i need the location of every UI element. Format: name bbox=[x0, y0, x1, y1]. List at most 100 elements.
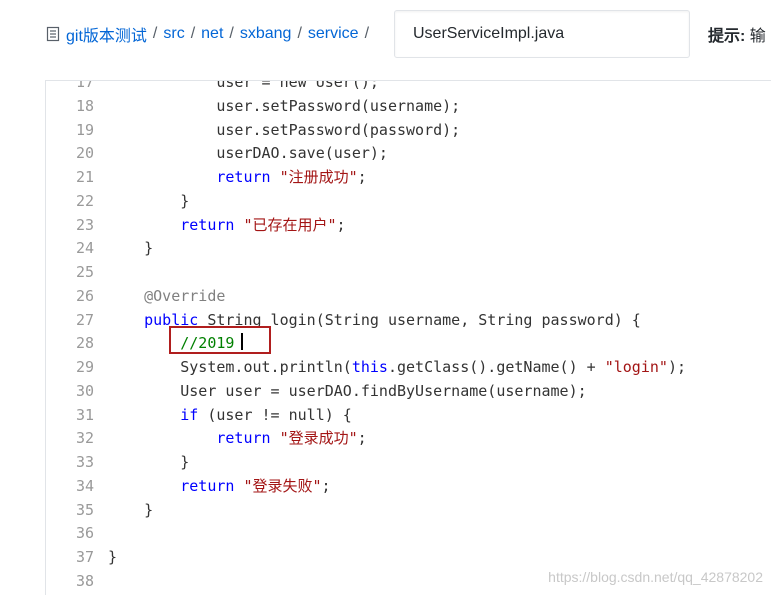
line-content: @Override bbox=[94, 285, 771, 309]
code-token: "已存在用户" bbox=[243, 215, 337, 234]
breadcrumb-separator: / bbox=[229, 25, 234, 42]
code-line[interactable]: 17 user = new User(); bbox=[46, 80, 771, 95]
watermark: https://blog.csdn.net/qq_42878202 bbox=[548, 569, 763, 585]
line-content: userDAO.save(user); bbox=[94, 142, 771, 166]
line-number: 31 bbox=[75, 405, 94, 424]
code-line[interactable]: 37} bbox=[46, 546, 771, 570]
code-token: } bbox=[108, 239, 154, 258]
line-content: User user = userDAO.findByUsername(usern… bbox=[94, 380, 771, 404]
hint-text: 提示: 输 bbox=[708, 22, 766, 46]
code-token: ; bbox=[357, 429, 367, 448]
line-content: user = new User(); bbox=[94, 81, 771, 95]
breadcrumb-separator: / bbox=[297, 25, 302, 42]
code-token: "登录失败" bbox=[243, 476, 322, 495]
line-content: user.setPassword(password); bbox=[94, 119, 771, 143]
line-number: 23 bbox=[75, 215, 94, 234]
line-content bbox=[94, 522, 771, 546]
code-line[interactable]: 23 return "已存在用户"; bbox=[46, 214, 771, 238]
code-token: public bbox=[144, 310, 199, 329]
line-content: } bbox=[94, 546, 771, 570]
code-line[interactable]: 31 if (user != null) { bbox=[46, 404, 771, 428]
code-line[interactable]: 20 userDAO.save(user); bbox=[46, 142, 771, 166]
code-token: (user != null) { bbox=[198, 405, 352, 424]
code-token: return bbox=[216, 429, 271, 448]
line-number: 22 bbox=[75, 191, 94, 210]
line-content: } bbox=[94, 190, 771, 214]
code-token: } bbox=[108, 191, 190, 210]
code-line[interactable]: 32 return "登录成功"; bbox=[46, 427, 771, 451]
line-number: 24 bbox=[75, 239, 94, 258]
line-number: 17 bbox=[75, 80, 94, 91]
line-number: 27 bbox=[75, 310, 94, 329]
code-line[interactable]: 28 //2019 bbox=[46, 332, 771, 356]
line-content bbox=[94, 261, 771, 285]
line-content: return "注册成功"; bbox=[94, 166, 771, 190]
code-line[interactable]: 21 return "注册成功"; bbox=[46, 166, 771, 190]
filename-input[interactable] bbox=[394, 10, 690, 58]
code-token: User user = userDAO.findByUsername(usern… bbox=[108, 381, 587, 400]
code-token: userDAO.save(user); bbox=[108, 144, 388, 163]
code-line[interactable]: 25 bbox=[46, 261, 771, 285]
line-number: 25 bbox=[75, 263, 94, 281]
breadcrumb: git版本测试 / src / net / sxbang / service / bbox=[46, 22, 375, 46]
header-bar: git版本测试 / src / net / sxbang / service /… bbox=[0, 0, 771, 70]
code-token: ); bbox=[667, 358, 686, 376]
code-line[interactable]: 29 System.out.println(this.getClass().ge… bbox=[46, 356, 771, 380]
code-line[interactable]: 24 } bbox=[46, 237, 771, 261]
code-line[interactable]: 19 user.setPassword(password); bbox=[46, 119, 771, 143]
code-token: "login" bbox=[604, 358, 668, 376]
line-number: 21 bbox=[75, 168, 94, 186]
code-editor[interactable]: 17 user = new User(); 18 user.setPassword… bbox=[45, 80, 771, 595]
code-line[interactable]: 27 public String login(String username, … bbox=[46, 309, 771, 333]
line-number: 32 bbox=[75, 429, 94, 448]
code-token: } bbox=[108, 453, 190, 471]
line-content: } bbox=[94, 499, 771, 523]
line-number: 20 bbox=[75, 144, 94, 163]
code-line[interactable]: 34 return "登录失败"; bbox=[46, 475, 771, 499]
line-number: 28 bbox=[75, 334, 94, 353]
code-line[interactable]: 35 } bbox=[46, 499, 771, 523]
code-editor-page: git版本测试 / src / net / sxbang / service /… bbox=[0, 0, 771, 595]
line-content: return "登录失败"; bbox=[94, 475, 771, 499]
code-line[interactable]: 22 } bbox=[46, 190, 771, 214]
code-token: this bbox=[351, 358, 388, 376]
line-number: 29 bbox=[75, 358, 94, 376]
code-token: "注册成功" bbox=[279, 168, 358, 186]
breadcrumb-item-src[interactable]: src bbox=[163, 25, 184, 43]
code-token: .getClass().getName() + bbox=[387, 358, 605, 376]
code-line[interactable]: 33 } bbox=[46, 451, 771, 475]
line-content: return "已存在用户"; bbox=[94, 214, 771, 238]
code-token: return bbox=[216, 168, 271, 186]
code-token: return bbox=[180, 476, 235, 495]
breadcrumb-separator: / bbox=[190, 25, 196, 42]
code-token: user.setPassword(password); bbox=[108, 120, 461, 139]
breadcrumb-separator: / bbox=[364, 25, 370, 42]
line-number: 38 bbox=[75, 571, 94, 590]
code-token: @Override bbox=[144, 286, 226, 305]
line-content: //2019 bbox=[94, 332, 771, 356]
file-text-icon bbox=[46, 26, 60, 42]
code-token: ; bbox=[357, 168, 367, 186]
code-line[interactable]: 26 @Override bbox=[46, 285, 771, 309]
line-content: System.out.println(this.getClass().getNa… bbox=[94, 356, 771, 380]
line-content: return "登录成功"; bbox=[94, 427, 771, 451]
line-content: user.setPassword(username); bbox=[94, 95, 771, 119]
breadcrumb-item-sxbang[interactable]: sxbang bbox=[240, 25, 292, 43]
code-line[interactable]: 36 bbox=[46, 522, 771, 546]
breadcrumb-item-service[interactable]: service bbox=[308, 25, 359, 43]
line-number: 37 bbox=[75, 548, 94, 566]
code-line[interactable]: 18 user.setPassword(username); bbox=[46, 95, 771, 119]
hint-label: 提示: bbox=[708, 28, 746, 45]
breadcrumb-item-repo[interactable]: git版本测试 bbox=[66, 22, 147, 46]
code-lines: 17 user = new User(); 18 user.setPassword… bbox=[46, 80, 771, 594]
breadcrumb-separator: / bbox=[152, 25, 158, 42]
breadcrumb-item-net[interactable]: net bbox=[201, 25, 223, 43]
code-line[interactable]: 30 User user = userDAO.findByUsername(us… bbox=[46, 380, 771, 404]
